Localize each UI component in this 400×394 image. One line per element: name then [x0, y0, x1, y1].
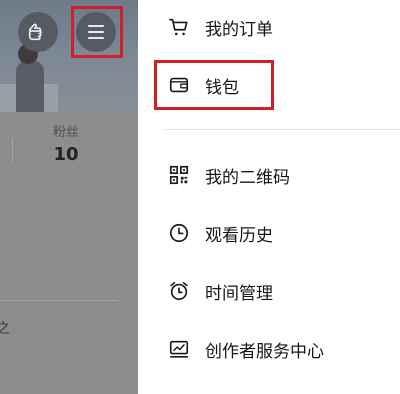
cart-icon [168, 16, 190, 38]
alarm-clock-icon [168, 280, 190, 302]
menu-item-label: 创作者服务中心 [205, 341, 324, 362]
clock-icon [168, 222, 190, 244]
menu-item-label: 观看历史 [205, 225, 273, 246]
side-drawer-menu: 我的订单 钱包 我的二维码 观看历史 时间管理 创作者服务中心 [138, 0, 400, 394]
hand-pointer-icon [28, 23, 42, 41]
menu-item-time-management[interactable]: 时间管理 [138, 269, 400, 313]
menu-item-label: 时间管理 [205, 283, 273, 304]
menu-item-label: 我的二维码 [205, 167, 290, 188]
profile-divider [0, 300, 118, 301]
menu-item-creator-service-center[interactable]: 创作者服务中心 [138, 327, 400, 371]
wallet-highlight-box [154, 60, 274, 110]
menu-item-watch-history[interactable]: 观看历史 [138, 211, 400, 255]
menu-item-my-orders[interactable]: 我的订单 [138, 5, 400, 49]
menu-highlight-box [71, 6, 123, 58]
partial-text: 之 [0, 321, 10, 337]
menu-item-my-qr-code[interactable]: 我的二维码 [138, 153, 400, 197]
fans-count[interactable]: 10 [48, 144, 84, 165]
menu-divider [164, 129, 400, 130]
chart-icon [168, 338, 190, 360]
profile-page-dimmed: 粉丝 10 之 [0, 0, 138, 394]
hand-pointer-button[interactable] [18, 12, 58, 52]
menu-item-label: 我的订单 [205, 19, 273, 40]
qr-code-icon [168, 164, 190, 186]
stats-divider [12, 138, 13, 162]
fans-label: 粉丝 [52, 125, 79, 140]
